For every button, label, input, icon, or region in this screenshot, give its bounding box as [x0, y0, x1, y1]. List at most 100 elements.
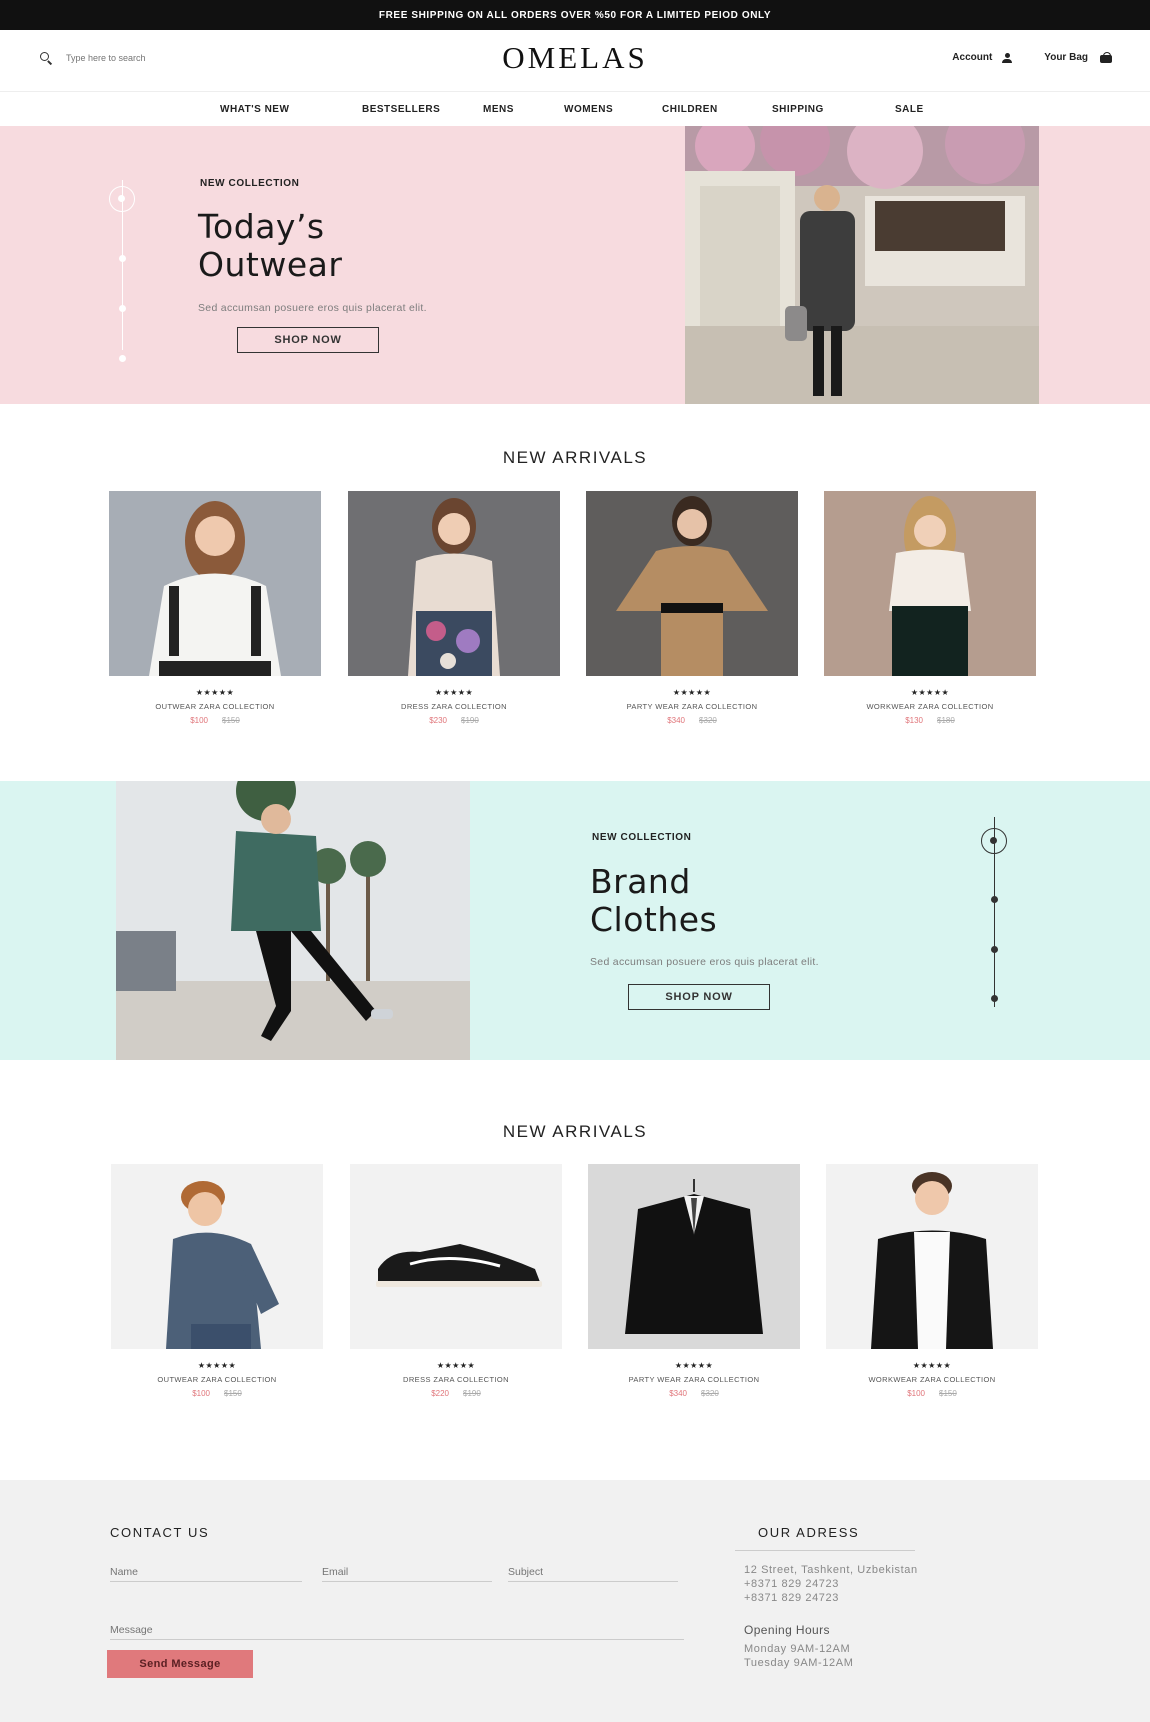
opening-hours-line: Monday 9AM-12AM — [744, 1643, 851, 1655]
section-title-new-arrivals: NEW ARRIVALS — [502, 1122, 648, 1141]
slider-dot-active[interactable] — [109, 186, 135, 212]
email-field[interactable] — [322, 1562, 492, 1582]
product-price: $220 — [431, 1389, 449, 1398]
hero-description: Sed accumsan posuere eros quis placerat … — [198, 302, 427, 314]
product-image[interactable] — [586, 491, 798, 676]
product-name[interactable]: DRESS ZARA COLLECTION — [350, 1375, 562, 1384]
product-old-price: $190 — [463, 1389, 481, 1398]
address-street: 12 Street, Tashkent, Uzbekistan — [744, 1564, 918, 1576]
hero-title: Brand Clothes — [590, 862, 718, 939]
rating-stars: ★★★★★ — [912, 1361, 952, 1370]
hero-photo-man-walking — [116, 781, 470, 1060]
product-name[interactable]: DRESS ZARA COLLECTION — [348, 702, 560, 711]
send-message-button[interactable]: Send Message — [107, 1650, 253, 1678]
site-header: OMELAS Account Your Bag — [0, 30, 1150, 92]
nav-children[interactable]: CHILDREN — [662, 104, 718, 115]
slider-dot[interactable] — [991, 995, 998, 1002]
product-image[interactable] — [111, 1164, 323, 1349]
product-image[interactable] — [824, 491, 1036, 676]
rating-stars: ★★★★★ — [674, 1361, 714, 1370]
product-card[interactable]: ★★★★★ DRESS ZARA COLLECTION $230 $190 — [348, 491, 560, 725]
search-input[interactable] — [66, 53, 206, 63]
product-price: $130 — [905, 716, 923, 725]
subject-input[interactable] — [508, 1562, 678, 1582]
product-card[interactable]: ★★★★★ PARTY WEAR ZARA COLLECTION $340 $32… — [588, 1164, 800, 1398]
product-price: $340 — [669, 1389, 687, 1398]
slider-dot[interactable] — [119, 355, 126, 362]
rating-stars: ★★★★★ — [197, 1361, 237, 1370]
product-name[interactable]: OUTWEAR ZARA COLLECTION — [109, 702, 321, 711]
product-price: $340 — [667, 716, 685, 725]
rating-stars: ★★★★★ — [195, 688, 235, 697]
search-box[interactable] — [40, 52, 206, 64]
contact-section: CONTACT US Send Message OUR ADRESS 12 St… — [0, 1480, 1150, 1722]
product-card[interactable]: ★★★★★ WORKWEAR ZARA COLLECTION $130 $180 — [824, 491, 1036, 725]
product-image[interactable] — [588, 1164, 800, 1349]
hero-description: Sed accumsan posuere eros quis placerat … — [590, 956, 819, 968]
section-title-new-arrivals: NEW ARRIVALS — [502, 448, 648, 467]
shop-now-button[interactable]: SHOP NOW — [237, 327, 379, 353]
rating-stars: ★★★★★ — [672, 688, 712, 697]
hero-eyebrow: NEW COLLECTION — [592, 832, 692, 843]
nav-womens[interactable]: WOMENS — [564, 104, 613, 115]
slider-dot[interactable] — [119, 255, 126, 262]
product-image[interactable] — [350, 1164, 562, 1349]
product-old-price: $150 — [224, 1389, 242, 1398]
shop-now-button[interactable]: SHOP NOW — [628, 984, 770, 1010]
account-link[interactable]: Account — [952, 52, 992, 63]
main-nav: WHAT'S NEW BESTSELLERS MENS WOMENS CHILD… — [0, 92, 1150, 126]
slider-dot[interactable] — [119, 305, 126, 312]
product-card[interactable]: ★★★★★ OUTWEAR ZARA COLLECTION $100 $150 — [109, 491, 321, 725]
message-field[interactable] — [110, 1620, 684, 1640]
hero-title: Today’s Outwear — [198, 207, 343, 284]
subject-field[interactable] — [508, 1562, 678, 1582]
shopping-bag-icon[interactable] — [1098, 52, 1114, 63]
nav-shipping[interactable]: SHIPPING — [772, 104, 824, 115]
product-image[interactable] — [826, 1164, 1038, 1349]
product-image[interactable] — [348, 491, 560, 676]
product-name[interactable]: PARTY WEAR ZARA COLLECTION — [586, 702, 798, 711]
product-name[interactable]: OUTWEAR ZARA COLLECTION — [111, 1375, 323, 1384]
slider-dot[interactable] — [991, 946, 998, 953]
product-name[interactable]: PARTY WEAR ZARA COLLECTION — [588, 1375, 800, 1384]
address-phone: +8371 829 24723 — [744, 1592, 839, 1604]
nav-sale[interactable]: SALE — [895, 104, 924, 115]
contact-title: CONTACT US — [110, 1525, 210, 1540]
product-card[interactable]: ★★★★★ DRESS ZARA COLLECTION $220 $190 — [350, 1164, 562, 1398]
product-image[interactable] — [109, 491, 321, 676]
hero-banner-brand-clothes: NEW COLLECTION Brand Clothes Sed accumsa… — [0, 781, 1150, 1060]
product-name[interactable]: WORKWEAR ZARA COLLECTION — [824, 702, 1036, 711]
name-input[interactable] — [110, 1562, 302, 1582]
bag-link[interactable]: Your Bag — [1044, 52, 1088, 63]
product-name[interactable]: WORKWEAR ZARA COLLECTION — [826, 1375, 1038, 1384]
search-icon[interactable] — [40, 52, 52, 64]
nav-mens[interactable]: MENS — [483, 104, 514, 115]
slider-dot[interactable] — [991, 896, 998, 903]
rating-stars: ★★★★★ — [910, 688, 950, 697]
slider-dot-active[interactable] — [981, 828, 1007, 854]
product-old-price: $150 — [222, 716, 240, 725]
product-old-price: $180 — [937, 716, 955, 725]
product-price: $100 — [907, 1389, 925, 1398]
product-price: $230 — [429, 716, 447, 725]
product-card[interactable]: ★★★★★ PARTY WEAR ZARA COLLECTION $340 $32… — [586, 491, 798, 725]
product-price: $100 — [190, 716, 208, 725]
address-title: OUR ADRESS — [758, 1525, 860, 1540]
email-input[interactable] — [322, 1562, 492, 1582]
product-old-price: $150 — [939, 1389, 957, 1398]
product-old-price: $320 — [701, 1389, 719, 1398]
name-field[interactable] — [110, 1562, 302, 1582]
product-old-price: $320 — [699, 716, 717, 725]
product-card[interactable]: ★★★★★ OUTWEAR ZARA COLLECTION $100 $150 — [111, 1164, 323, 1398]
opening-hours-title: Opening Hours — [744, 1623, 830, 1637]
user-icon[interactable] — [1002, 52, 1013, 63]
address-divider — [735, 1550, 915, 1551]
product-price: $100 — [192, 1389, 210, 1398]
nav-bestsellers[interactable]: BESTSELLERS — [362, 104, 440, 115]
nav-whats-new[interactable]: WHAT'S NEW — [220, 104, 289, 115]
product-card[interactable]: ★★★★★ WORKWEAR ZARA COLLECTION $100 $150 — [826, 1164, 1038, 1398]
opening-hours-line: Tuesday 9AM-12AM — [744, 1657, 854, 1669]
hero-eyebrow: NEW COLLECTION — [200, 178, 300, 189]
hero-banner-outwear: NEW COLLECTION Today’s Outwear Sed accum… — [0, 126, 1150, 404]
message-input[interactable] — [110, 1620, 684, 1640]
